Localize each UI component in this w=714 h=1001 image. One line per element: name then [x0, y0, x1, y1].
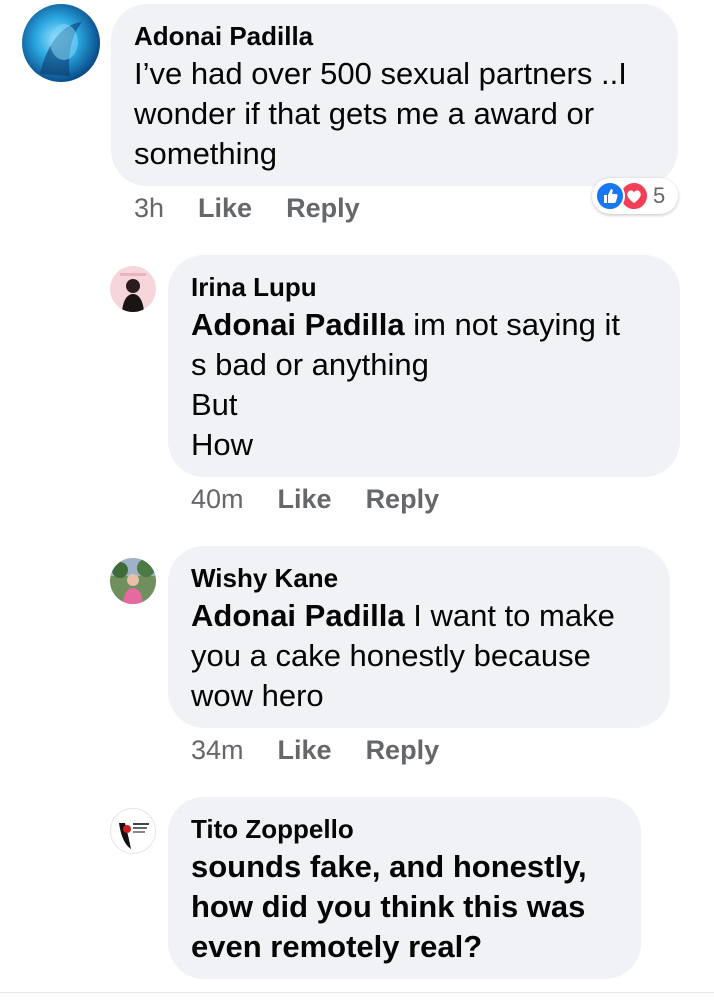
comment-actions: 3h Like Reply — [134, 193, 360, 224]
comment-text: Adonai Padilla im not saying it s bad or… — [191, 305, 671, 465]
comment-text: sounds fake, and honestly, how did you t… — [191, 847, 636, 967]
reply-button[interactable]: Reply — [366, 484, 440, 515]
text-line: even remotely real? — [191, 929, 483, 964]
avatar[interactable] — [110, 808, 156, 854]
reply-button[interactable]: Reply — [366, 735, 440, 766]
avatar-image — [110, 558, 156, 604]
comment-author[interactable]: Tito Zoppello — [191, 814, 354, 845]
comment-timestamp[interactable]: 40m — [191, 484, 244, 515]
avatar[interactable] — [110, 266, 156, 312]
comment-text: Adonai Padilla I want to make you a cake… — [191, 596, 661, 716]
comment-text: I’ve had over 500 sexual partners ..I wo… — [134, 56, 627, 171]
reply-button[interactable]: Reply — [286, 193, 360, 224]
text-line: sounds fake, and honestly, — [191, 849, 587, 884]
text-line: I want to make — [404, 598, 615, 633]
like-button[interactable]: Like — [278, 484, 332, 515]
comment-timestamp[interactable]: 3h — [134, 193, 164, 224]
avatar[interactable] — [22, 4, 100, 82]
like-icon — [595, 181, 625, 211]
mention-link[interactable]: Adonai Padilla — [191, 307, 405, 342]
text-line: you a cake honestly because — [191, 638, 591, 673]
text-line: how did you think this was — [191, 889, 586, 924]
mention-link[interactable]: Adonai Padilla — [191, 598, 405, 633]
text-line: s bad or anything — [191, 347, 429, 382]
reaction-summary[interactable]: 5 — [592, 178, 678, 214]
reaction-count: 5 — [653, 183, 666, 208]
text-line: wow hero — [191, 678, 324, 713]
comment-timestamp[interactable]: 34m — [191, 735, 244, 766]
like-button[interactable]: Like — [198, 193, 252, 224]
comment-actions: 34m Like Reply — [191, 735, 439, 766]
comment-actions: 40m Like Reply — [191, 484, 439, 515]
comment-author[interactable]: Adonai Padilla — [134, 21, 313, 52]
text-line: im not saying it — [404, 307, 620, 342]
like-button[interactable]: Like — [278, 735, 332, 766]
avatar-image — [40, 22, 82, 76]
text-line: How — [191, 427, 254, 462]
avatar-image — [120, 273, 146, 312]
comment-author[interactable]: Irina Lupu — [191, 272, 317, 303]
comment-author[interactable]: Wishy Kane — [191, 563, 338, 594]
avatar[interactable] — [110, 558, 156, 604]
text-line: But — [191, 387, 238, 422]
avatar-image — [119, 823, 149, 849]
